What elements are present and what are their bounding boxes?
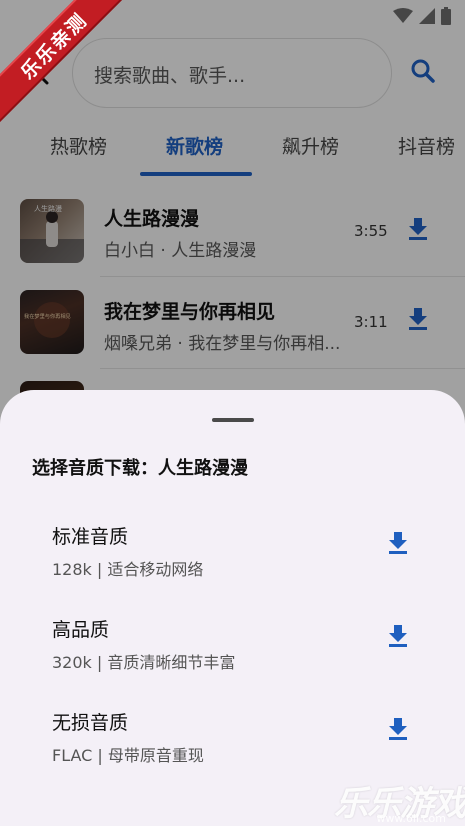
sheet-title: 选择音质下载：人生路漫漫: [32, 458, 248, 479]
download-icon: [388, 717, 408, 745]
option-name: 高品质: [52, 619, 110, 641]
watermark: 乐乐游戏 www.6ll.com: [334, 776, 465, 826]
download-button[interactable]: [383, 716, 413, 746]
ribbon-text: 乐乐亲测: [0, 0, 130, 130]
download-button[interactable]: [383, 530, 413, 560]
download-button[interactable]: [383, 623, 413, 653]
quality-bottom-sheet: 选择音质下载：人生路漫漫 标准音质 128k | 适合移动网络 高品质 320k…: [0, 390, 465, 826]
option-name: 标准音质: [52, 526, 129, 548]
option-description: FLAC | 母带原音重现: [52, 746, 204, 765]
download-icon: [388, 624, 408, 652]
download-icon: [388, 531, 408, 559]
drag-handle[interactable]: [212, 418, 254, 422]
quality-option-standard[interactable]: 标准音质 128k | 适合移动网络: [0, 522, 465, 602]
option-name: 无损音质: [52, 712, 129, 734]
option-description: 128k | 适合移动网络: [52, 560, 204, 579]
option-description: 320k | 音质清晰细节丰富: [52, 653, 236, 672]
watermark-url: www.6ll.com: [376, 812, 446, 825]
promo-ribbon: 乐乐亲测: [0, 0, 130, 130]
quality-option-high[interactable]: 高品质 320k | 音质清晰细节丰富: [0, 615, 465, 695]
